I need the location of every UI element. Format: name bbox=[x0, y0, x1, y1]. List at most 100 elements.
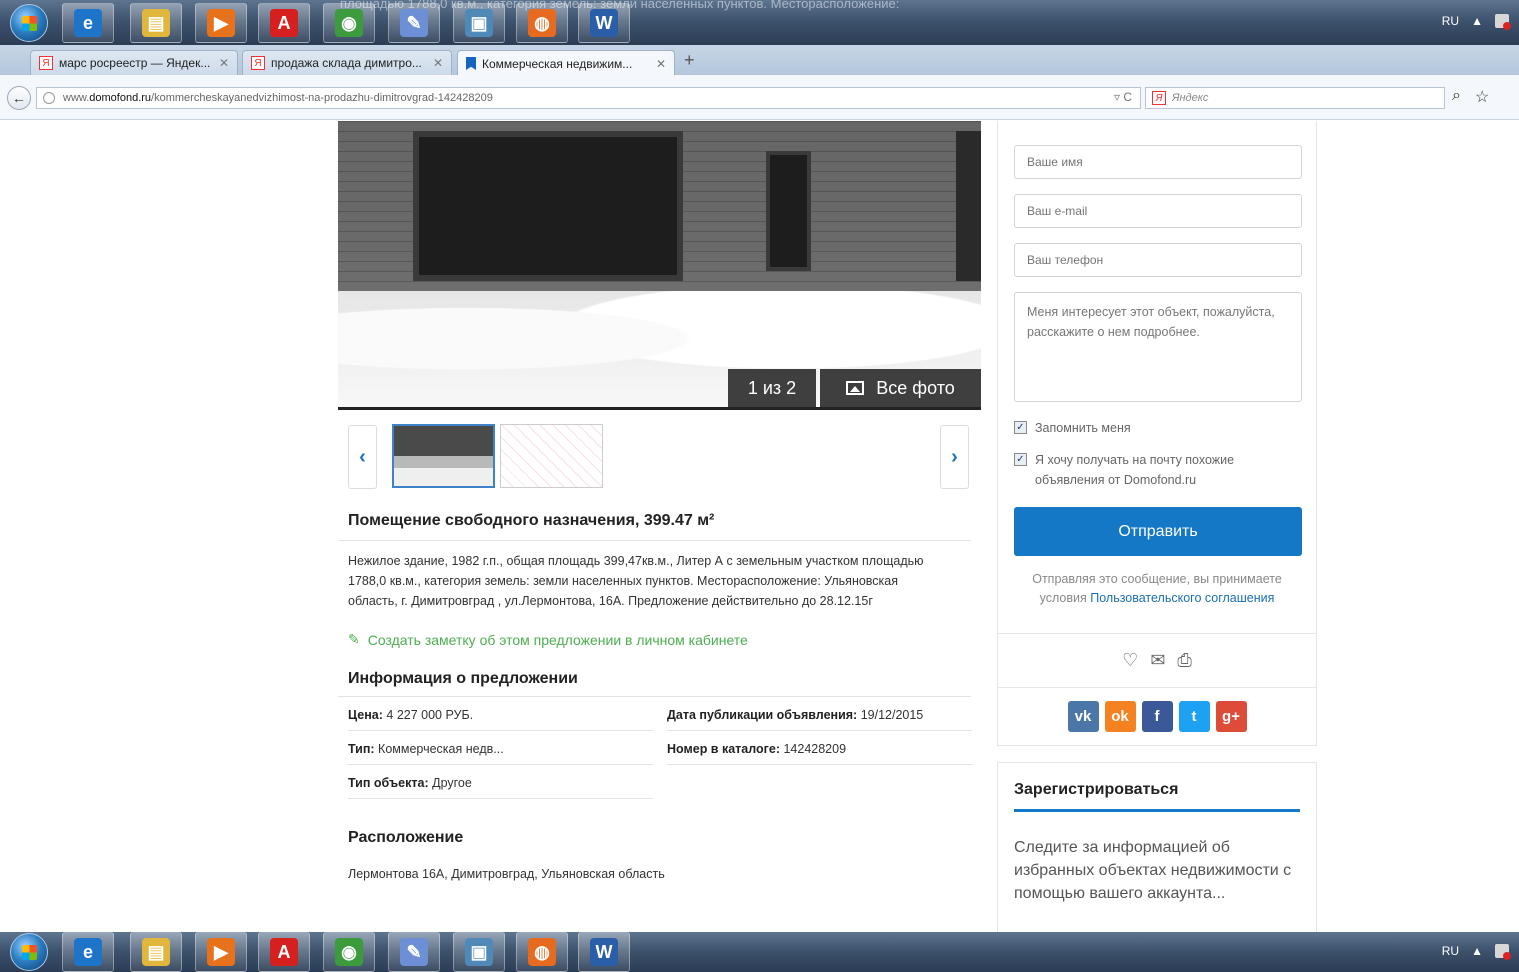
taskbar-acrobat-button[interactable]: A bbox=[258, 3, 310, 43]
word-icon: W bbox=[590, 9, 618, 37]
paint-icon: ✎ bbox=[400, 9, 428, 37]
tab-2[interactable]: Я продажа склада димитро... ✕ bbox=[242, 50, 452, 75]
action-center-icon[interactable] bbox=[1495, 14, 1511, 30]
photo-window bbox=[766, 151, 811, 271]
name-field[interactable] bbox=[1014, 145, 1302, 179]
type-value: Коммерческая недв... bbox=[378, 742, 504, 756]
taskbar-firefox-button[interactable]: ◍ bbox=[516, 932, 568, 972]
taskbar-explorer-button[interactable]: ▤ bbox=[130, 932, 182, 972]
object-type-label: Тип объекта: bbox=[348, 776, 429, 790]
taskbar-word-button[interactable]: W bbox=[578, 932, 630, 972]
listing-photo[interactable]: 1 из 2 Все фото bbox=[338, 121, 981, 410]
all-photos-button[interactable]: Все фото bbox=[820, 369, 981, 407]
reload-icon[interactable]: ▿ C bbox=[1114, 90, 1132, 104]
subscribe-checkbox[interactable]: ✓ Я хочу получать на почту похожие объяв… bbox=[1014, 450, 1300, 490]
taskbar-explorer-button[interactable]: ▤ bbox=[130, 3, 182, 43]
language-indicator[interactable]: RU bbox=[1442, 944, 1459, 958]
remember-me-checkbox[interactable]: ✓ Запомнить меня bbox=[1014, 418, 1300, 438]
search-icon[interactable]: ⌕ bbox=[1452, 87, 1461, 107]
submit-button[interactable]: Отправить bbox=[1014, 507, 1302, 556]
address-bar[interactable]: www. domofond.ru/kommercheskayanedvizhimo… bbox=[36, 87, 1141, 109]
tab-3[interactable]: Коммерческая недвижим... ✕ bbox=[457, 50, 675, 76]
facebook-icon[interactable]: f bbox=[1141, 701, 1173, 732]
info-date: Дата публикации объявления: 19/12/2015 bbox=[667, 697, 972, 731]
thumbnail-2[interactable] bbox=[500, 424, 603, 488]
yandex-icon: Я bbox=[251, 56, 265, 70]
photos-icon: ▣ bbox=[465, 938, 493, 966]
media-icon: ▶ bbox=[207, 938, 235, 966]
ie-icon: e bbox=[74, 9, 102, 37]
taskbar-media-button[interactable]: ▶ bbox=[195, 932, 247, 972]
action-center-icon[interactable] bbox=[1495, 944, 1511, 960]
social-buttons: vk ok f t g+ bbox=[998, 701, 1316, 732]
taskbar-ie-button[interactable]: e bbox=[62, 932, 114, 972]
prev-photo-button[interactable]: ‹ bbox=[348, 425, 377, 489]
google-plus-icon[interactable]: g+ bbox=[1215, 701, 1247, 732]
yandex-icon[interactable]: Я bbox=[1152, 91, 1166, 105]
tray-up-arrow-icon[interactable]: ▲ bbox=[1471, 944, 1483, 958]
location-text: Лермонтова 16А, Димитровград, Ульяновска… bbox=[348, 867, 665, 881]
checkbox-checked-icon[interactable]: ✓ bbox=[1014, 453, 1027, 466]
word-icon: W bbox=[590, 938, 618, 966]
taskbar-chrome-button[interactable]: ◉ bbox=[323, 3, 375, 43]
mail-icon[interactable]: ✉ bbox=[1150, 650, 1165, 671]
info-heading: Информация о предложении bbox=[338, 648, 971, 697]
start-button[interactable] bbox=[10, 4, 48, 42]
star-icon[interactable]: ☆ bbox=[1475, 87, 1489, 107]
taskbar-photos-button[interactable]: ▣ bbox=[453, 932, 505, 972]
message-field[interactable]: Меня интересует этот объект, пожалуйста,… bbox=[1014, 292, 1302, 402]
globe-icon bbox=[43, 92, 55, 104]
price-value: 4 227 000 РУБ. bbox=[386, 708, 474, 722]
media-icon: ▶ bbox=[207, 9, 235, 37]
chrome-icon: ◉ bbox=[335, 938, 363, 966]
phone-field[interactable] bbox=[1014, 243, 1302, 277]
language-indicator[interactable]: RU bbox=[1442, 14, 1459, 28]
start-button[interactable] bbox=[10, 933, 48, 971]
nav-icons: ⌕ ☆ bbox=[1452, 87, 1489, 107]
tray-up-arrow-icon[interactable]: ▲ bbox=[1471, 14, 1483, 28]
catalog-label: Номер в каталоге: bbox=[667, 742, 780, 756]
taskbar-paint-button[interactable]: ✎ bbox=[388, 3, 440, 43]
close-icon[interactable]: ✕ bbox=[433, 56, 443, 70]
close-icon[interactable]: ✕ bbox=[219, 56, 229, 70]
print-icon[interactable]: ⎙ bbox=[1177, 650, 1191, 671]
vk-icon[interactable]: vk bbox=[1067, 701, 1099, 732]
next-photo-button[interactable]: › bbox=[940, 425, 969, 489]
taskbar-chrome-button[interactable]: ◉ bbox=[323, 932, 375, 972]
create-note-link[interactable]: ✎ Создать заметку об этом предложении в … bbox=[338, 611, 981, 648]
system-tray: RU ▲ bbox=[1442, 944, 1511, 960]
ie-icon: e bbox=[74, 938, 102, 966]
photo-window bbox=[413, 131, 683, 281]
tab-3-label: Коммерческая недвижим... bbox=[482, 56, 633, 71]
search-bar[interactable]: Я Яндекс bbox=[1145, 87, 1445, 109]
twitter-icon[interactable]: t bbox=[1178, 701, 1210, 732]
listing-description: Нежилое здание, 1982 г.п., общая площадь… bbox=[348, 554, 924, 608]
taskbar-acrobat-button[interactable]: A bbox=[258, 932, 310, 972]
info-type: Тип: Коммерческая недв... bbox=[348, 731, 653, 765]
taskbar-ie-button[interactable]: e bbox=[62, 3, 114, 43]
taskbar-word-button[interactable]: W bbox=[578, 3, 630, 43]
yandex-icon: Я bbox=[39, 56, 53, 70]
register-box: Зарегистрироваться Следите за информацие… bbox=[997, 762, 1317, 932]
taskbar-paint-button[interactable]: ✎ bbox=[388, 932, 440, 972]
checkbox-checked-icon[interactable]: ✓ bbox=[1014, 421, 1027, 434]
taskbar-bottom: e ▤ ▶ A ◉ ✎ ▣ ◍ W RU ▲ bbox=[0, 932, 1519, 972]
close-icon[interactable]: ✕ bbox=[656, 57, 666, 71]
taskbar-media-button[interactable]: ▶ bbox=[195, 3, 247, 43]
register-title[interactable]: Зарегистрироваться bbox=[1014, 781, 1300, 812]
email-field[interactable] bbox=[1014, 194, 1302, 228]
odnoklassniki-icon[interactable]: ok bbox=[1104, 701, 1136, 732]
thumbnail-1[interactable] bbox=[392, 424, 495, 488]
taskbar-top: площадью 1788,0 кв.м., категория земель:… bbox=[0, 0, 1519, 45]
taskbar-firefox-button[interactable]: ◍ bbox=[516, 3, 568, 43]
tab-1[interactable]: Я марс росреестр — Яндек... ✕ bbox=[30, 50, 238, 75]
new-tab-button[interactable]: + bbox=[684, 50, 695, 71]
taskbar-photos-button[interactable]: ▣ bbox=[453, 3, 505, 43]
explorer-icon: ▤ bbox=[142, 9, 170, 37]
share-actions: ♡ ✉ ⎙ bbox=[998, 633, 1316, 688]
back-button[interactable]: ← bbox=[7, 86, 31, 110]
dislike-icon[interactable]: ♡ bbox=[1122, 650, 1138, 671]
agreement-link[interactable]: Пользовательского соглашения bbox=[1090, 591, 1274, 605]
register-text: Следите за информацией об избранных объе… bbox=[1014, 839, 1292, 902]
paint-icon: ✎ bbox=[400, 938, 428, 966]
